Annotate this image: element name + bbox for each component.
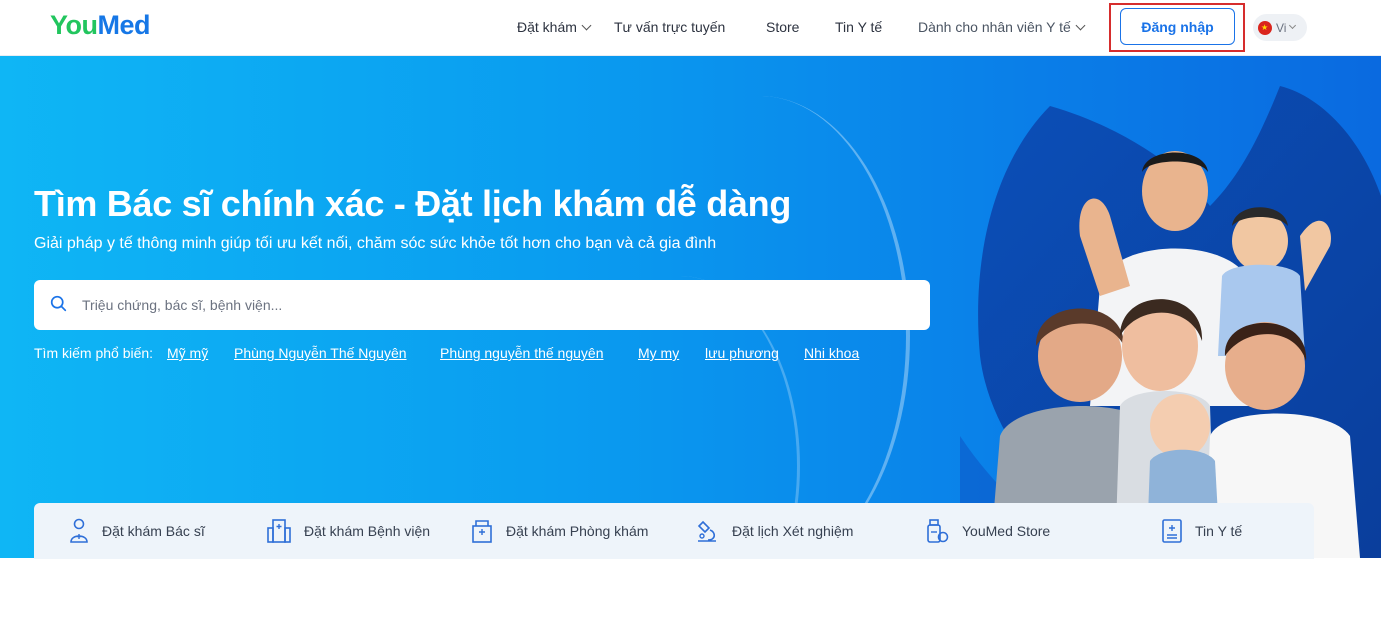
popular-link[interactable]: My my — [638, 345, 679, 361]
service-youmed-store[interactable]: YouMed Store — [924, 503, 1050, 559]
popular-search-label: Tìm kiếm phổ biến: — [34, 345, 154, 361]
nav-nhan-vien-label: Dành cho nhân viên Y tế — [918, 19, 1071, 35]
search-icon — [50, 295, 67, 312]
popular-link[interactable]: Phùng nguyễn thế nguyên — [440, 345, 603, 361]
vietnam-flag-icon — [1258, 20, 1272, 35]
service-label: Đặt lịch Xét nghiệm — [732, 523, 854, 539]
chevron-down-icon — [1289, 21, 1297, 30]
popular-link[interactable]: lưu phương — [705, 345, 779, 361]
popular-link[interactable]: Nhi khoa — [804, 345, 859, 361]
nav-dat-kham[interactable]: Đặt khám — [517, 19, 592, 35]
logo-you-text: You — [50, 10, 98, 40]
nav-store[interactable]: Store — [766, 19, 799, 35]
hospital-icon — [267, 519, 291, 543]
service-dat-kham-benh-vien[interactable]: Đặt khám Bệnh viện — [266, 503, 430, 559]
popular-link[interactable]: Mỹ mỹ — [167, 345, 208, 361]
service-label: Tin Y tế — [1195, 523, 1243, 539]
logo-med-text: Med — [97, 10, 151, 40]
service-label: Đặt khám Bệnh viện — [304, 523, 431, 539]
service-dat-kham-bac-si[interactable]: Đặt khám Bác sĩ — [68, 503, 205, 559]
nav-tu-van[interactable]: Tư vấn trực tuyến — [614, 19, 725, 35]
top-header: YouMed Đặt khám Tư vấn trực tuyến Store … — [0, 0, 1381, 56]
hero-banner: Tìm Bác sĩ chính xác - Đặt lịch khám dễ … — [0, 56, 1381, 558]
service-label: Đặt khám Phòng khám — [506, 523, 649, 539]
chevron-down-icon — [581, 20, 592, 31]
language-selector[interactable]: Vi — [1253, 14, 1307, 41]
nav-nhan-vien[interactable]: Dành cho nhân viên Y tế — [918, 19, 1086, 35]
service-label: Đặt khám Bác sĩ — [102, 523, 205, 539]
language-label: Vi — [1276, 20, 1287, 35]
hero-subtitle: Giải pháp y tế thông minh giúp tối ưu kế… — [34, 235, 717, 252]
nav-dat-kham-label: Đặt khám — [517, 19, 577, 35]
nav-tin-y-te[interactable]: Tin Y tế — [835, 19, 882, 35]
service-dat-kham-phong-kham[interactable]: Đặt khám Phòng khám — [470, 503, 648, 559]
news-icon — [1162, 519, 1182, 543]
chevron-down-icon — [1075, 20, 1086, 31]
search-bar[interactable] — [34, 280, 930, 330]
clinic-icon — [472, 520, 492, 543]
search-input[interactable] — [82, 280, 902, 330]
doctor-icon — [70, 518, 88, 543]
hero-title: Tìm Bác sĩ chính xác - Đặt lịch khám dễ … — [34, 183, 792, 224]
microscope-icon — [697, 520, 716, 542]
service-label: YouMed Store — [962, 523, 1051, 539]
popular-link[interactable]: Phùng Nguyễn Thế Nguyên — [234, 345, 407, 361]
service-dat-lich-xet-nghiem[interactable]: Đặt lịch Xét nghiệm — [694, 503, 853, 559]
family-hero-image — [960, 86, 1381, 558]
login-button[interactable]: Đăng nhập — [1120, 8, 1235, 45]
services-bar: Đặt khám Bác sĩ Đặt khám Bệnh viện Đặt k… — [34, 503, 1314, 559]
service-tin-y-te[interactable]: Tin Y tế — [1161, 503, 1242, 559]
pharmacy-icon — [927, 519, 949, 543]
youmed-logo[interactable]: YouMed — [50, 10, 150, 41]
